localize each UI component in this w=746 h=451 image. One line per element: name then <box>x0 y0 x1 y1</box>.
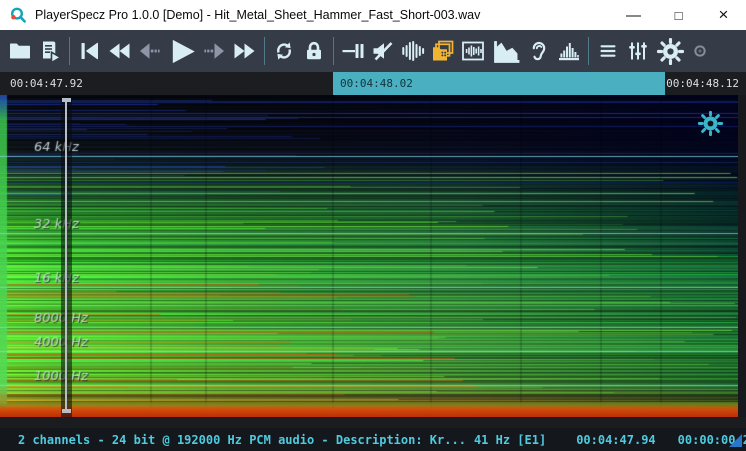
gear-icon <box>656 37 685 66</box>
playhead[interactable] <box>61 95 72 417</box>
maximize-button[interactable]: □ <box>656 0 701 30</box>
mixer-button[interactable] <box>623 33 653 69</box>
toolbar-separator <box>264 37 265 65</box>
minimize-button[interactable]: — <box>611 0 656 30</box>
toolbar-separator <box>588 37 589 65</box>
arrow-right-dashed-icon <box>203 39 227 63</box>
record-dot-icon <box>692 43 708 59</box>
rewind-icon <box>107 39 131 63</box>
arrow-left-dashed-icon <box>137 39 161 63</box>
open-playlist-button[interactable] <box>35 33 65 69</box>
time-start-label: 00:04:47.92 <box>10 77 83 90</box>
toolbar-separator <box>69 37 70 65</box>
audio-format-info: 2 channels - 24 bit @ 192000 Hz PCM audi… <box>18 433 466 447</box>
step-back-button[interactable] <box>134 33 164 69</box>
position-time-readout: 00:04:47.94 <box>576 433 655 447</box>
status-bar: 2 channels - 24 bit @ 192000 Hz PCM audi… <box>0 428 746 451</box>
toolbar <box>0 30 746 72</box>
playhead-bottom-handle[interactable] <box>62 409 71 413</box>
time-selection-region[interactable]: 00:04:48.02 <box>333 72 665 95</box>
time-end-label: 00:04:48.12 <box>666 77 739 90</box>
playhead-line <box>65 99 67 410</box>
stacked-files-icon <box>431 39 455 63</box>
loop-button[interactable] <box>269 33 299 69</box>
close-button[interactable]: × <box>701 0 746 30</box>
spectrum-view-button[interactable] <box>488 33 524 69</box>
stop-at-end-button[interactable] <box>338 33 368 69</box>
area-chart-icon <box>491 36 522 67</box>
waveform-view-button[interactable] <box>398 33 428 69</box>
spectrogram-panel <box>0 95 746 417</box>
lock-icon <box>302 39 326 63</box>
waveform-icon <box>401 39 425 63</box>
lock-button[interactable] <box>299 33 329 69</box>
loop-icon <box>272 39 296 63</box>
bottom-spacer <box>0 417 746 428</box>
rewind-button[interactable] <box>104 33 134 69</box>
fast-forward-icon <box>233 39 257 63</box>
app-logo-icon <box>9 6 27 24</box>
spectrogram-settings-gear-icon[interactable] <box>697 110 724 137</box>
histogram-icon <box>557 39 581 63</box>
time-ruler[interactable]: 00:04:47.92 00:04:48.02 00:04:48.12 <box>0 72 746 95</box>
time-selection-label: 00:04:48.02 <box>340 77 413 90</box>
skip-start-icon <box>77 39 101 63</box>
toolbar-separator <box>333 37 334 65</box>
open-file-button[interactable] <box>5 33 35 69</box>
speaker-muted-icon <box>371 39 395 63</box>
fast-forward-button[interactable] <box>230 33 260 69</box>
ear-icon <box>527 39 551 63</box>
step-forward-button[interactable] <box>200 33 230 69</box>
play-icon <box>167 36 198 67</box>
skip-start-button[interactable] <box>74 33 104 69</box>
sliders-icon <box>626 39 650 63</box>
listen-button[interactable] <box>524 33 554 69</box>
mute-button[interactable] <box>368 33 398 69</box>
bar-end-icon <box>341 39 365 63</box>
window-title: PlayerSpecz Pro 1.0.0 [Demo] - Hit_Metal… <box>35 8 480 22</box>
play-button[interactable] <box>164 33 200 69</box>
batch-spectrogram-button[interactable] <box>428 33 458 69</box>
resize-grip[interactable] <box>729 434 742 447</box>
spectrogram-view-button[interactable] <box>458 33 488 69</box>
histogram-view-button[interactable] <box>554 33 584 69</box>
settings-button[interactable] <box>653 33 687 69</box>
hamburger-menu-icon <box>596 39 620 63</box>
file-play-icon <box>38 39 62 63</box>
pitch-readout: 41 Hz [E1] <box>474 433 546 447</box>
record-indicator[interactable] <box>687 33 713 69</box>
folder-icon <box>8 39 32 63</box>
menu-button[interactable] <box>593 33 623 69</box>
app-window: PlayerSpecz Pro 1.0.0 [Demo] - Hit_Metal… <box>0 0 746 451</box>
spectrogram-canvas[interactable] <box>0 95 738 417</box>
title-bar[interactable]: PlayerSpecz Pro 1.0.0 [Demo] - Hit_Metal… <box>0 0 746 30</box>
framed-waveform-icon <box>461 39 485 63</box>
